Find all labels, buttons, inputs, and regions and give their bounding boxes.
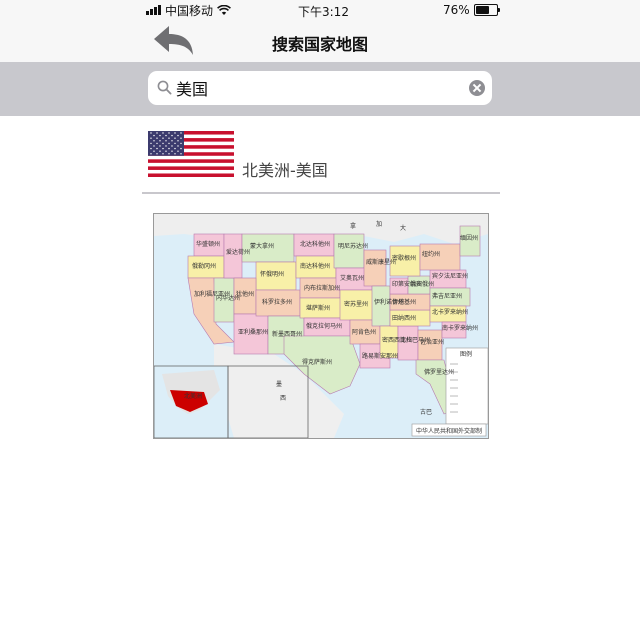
map-state-label: 俄勒冈州 [192, 262, 216, 270]
map-state-label: 密苏里州 [344, 300, 368, 308]
navigation-bar: 搜索国家地图 [0, 20, 640, 62]
map-state-label: 佛罗里达州 [424, 368, 454, 376]
search-input[interactable] [176, 75, 456, 101]
map-state-label: 蒙大拿州 [250, 242, 274, 250]
map-inset-label: 北美洲 [184, 392, 202, 400]
map-label-cuba: 古巴 [420, 408, 432, 416]
map-state-label: 缅因州 [460, 234, 478, 242]
map-state-label: 南达科他州 [300, 262, 330, 270]
map-label-mexico-1: 墨 [276, 381, 282, 388]
map-state-label: 南卡罗来纳州 [442, 324, 478, 332]
map-label-mexico-2: 西 [280, 395, 286, 402]
map-state-label: 科罗拉多州 [262, 298, 292, 306]
wifi-icon [217, 4, 231, 15]
map-state-label: 田纳西州 [392, 314, 416, 322]
magnifier-icon [157, 80, 172, 95]
map-state-label: 密歇根州 [392, 254, 416, 262]
battery-percent: 76% [443, 3, 470, 17]
map-state-label: 肯塔基州 [392, 298, 416, 306]
page-title: 搜索国家地图 [271, 35, 368, 54]
map-state-label: 怀俄明州 [260, 270, 284, 278]
search-bar-area [0, 62, 640, 116]
map-state-label: 新墨西哥州 [272, 330, 302, 338]
cellular-signal-icon [146, 5, 161, 15]
map-state-label: 明尼苏达州 [338, 242, 368, 250]
map-state-label: 内布拉斯加州 [304, 284, 340, 292]
map-state-label: 爱达荷州 [226, 248, 250, 256]
map-label-canada-1: 加 [376, 220, 382, 228]
carrier-name: 中国移动 [165, 3, 214, 18]
result-label: 北美洲-美国 [242, 161, 328, 180]
map-state-label: 亚利桑那州 [238, 328, 268, 336]
map-state-label: 北达科他州 [300, 240, 330, 248]
usa-map-image[interactable]: 加 拿 大 墨 西 古巴 北美洲 图例 中华人民共和国外交部制 华盛顿州俄勒冈州… [153, 213, 489, 439]
map-state-label: 北卡罗来纳州 [432, 308, 468, 316]
map-state-label: 俄亥俄州 [410, 280, 434, 288]
map-state-label: 纽约州 [422, 250, 440, 258]
map-state-label: 路易斯安那州 [362, 352, 398, 360]
search-result-item[interactable]: 北美洲-美国 [0, 116, 640, 194]
map-state-label: 得克萨斯州 [302, 358, 332, 366]
battery-icon [473, 4, 500, 16]
map-state-label: 弗吉尼亚州 [432, 292, 462, 300]
map-publisher: 中华人民共和国外交部制 [416, 427, 482, 435]
carrier-group: 中国移动 [146, 3, 231, 18]
map-state-label: 佐治亚州 [420, 338, 444, 346]
map-state-label: 犹他州 [236, 290, 254, 298]
search-box[interactable] [148, 71, 492, 105]
map-state-label: 俄克拉何马州 [306, 322, 342, 330]
map-state-label: 阿肯色州 [352, 328, 376, 336]
battery-group: 76% [443, 3, 500, 17]
clear-circle-icon[interactable] [469, 80, 485, 96]
divider [142, 192, 500, 194]
map-legend-title: 图例 [460, 350, 472, 358]
map-state-label: 艾奥瓦州 [340, 274, 364, 282]
map-state-label: 华盛顿州 [196, 240, 220, 248]
status-time: 下午3:12 [298, 5, 349, 19]
map-state-label: 堪萨斯州 [306, 304, 330, 312]
map-state-label: 宾夕法尼亚州 [432, 272, 468, 280]
status-bar: 中国移动 下午3:12 76% [0, 0, 640, 20]
map-label-canada-3: 大 [400, 224, 406, 232]
map-label-canada-2: 拿 [350, 222, 356, 230]
usa-flag-icon [148, 131, 234, 177]
